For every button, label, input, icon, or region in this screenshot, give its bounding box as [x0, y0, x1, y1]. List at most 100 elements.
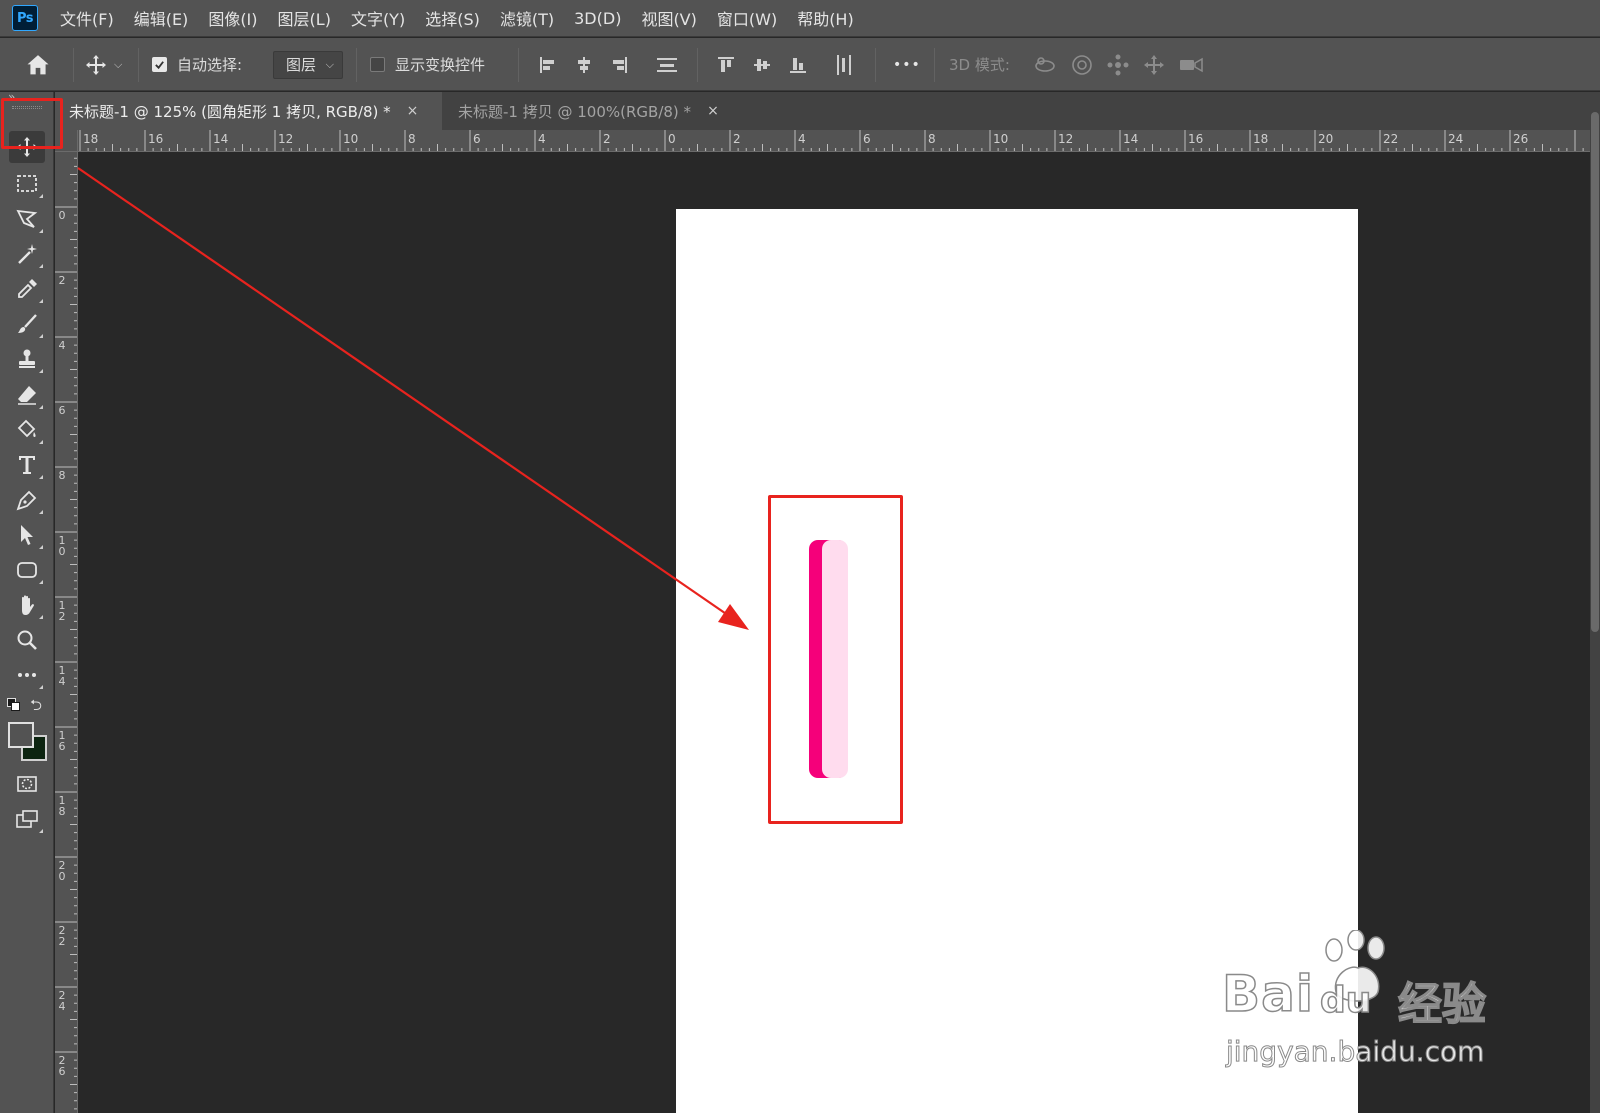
- path-selection-tool[interactable]: [9, 519, 45, 551]
- 3d-pan-icon: [1107, 54, 1129, 75]
- tool-group-indicator: [39, 299, 43, 303]
- auto-select-option[interactable]: 自动选择:: [152, 38, 242, 91]
- 3d-pan-button[interactable]: [1106, 38, 1130, 91]
- ruler-label: 6: [473, 132, 481, 146]
- tool-group-indicator: [39, 685, 43, 689]
- tool-group-indicator: [39, 229, 43, 233]
- paint-bucket-tool[interactable]: [9, 414, 45, 446]
- 3d-camera-button[interactable]: [1178, 38, 1204, 91]
- swap-colors-button[interactable]: ⮌: [30, 695, 42, 720]
- more-tools-icon: [18, 673, 36, 677]
- move-tool-preset[interactable]: ⌵: [84, 38, 122, 91]
- align-vcenter-button[interactable]: [752, 38, 772, 91]
- tab-label: 未标题-1 拷贝 @ 100%(RGB/8) *: [458, 102, 692, 121]
- menu-3d[interactable]: 3D(D): [574, 9, 621, 28]
- menu-type[interactable]: 文字(Y): [351, 6, 405, 30]
- show-transform-option[interactable]: 显示变换控件: [370, 38, 485, 91]
- brush-tool[interactable]: [9, 308, 45, 340]
- ruler-label: 2 0: [58, 859, 66, 883]
- ruler-label: 6: [58, 404, 66, 417]
- separator: [934, 48, 935, 82]
- scrollbar-thumb[interactable]: [1591, 112, 1599, 632]
- show-transform-checkbox[interactable]: [370, 57, 385, 72]
- vertical-scrollbar[interactable]: [1590, 92, 1600, 1113]
- tool-group-indicator: [39, 194, 43, 198]
- foreground-color-swatch[interactable]: [8, 722, 34, 748]
- align-bottom-button[interactable]: [788, 38, 808, 91]
- magic-wand-tool[interactable]: [9, 238, 45, 270]
- zoom-tool[interactable]: [9, 624, 45, 656]
- menu-view[interactable]: 视图(V): [641, 6, 696, 30]
- menu-help[interactable]: 帮助(H): [797, 6, 854, 30]
- 3d-roll-button[interactable]: [1070, 38, 1094, 91]
- default-colors-button[interactable]: [7, 698, 21, 712]
- auto-select-checkbox[interactable]: [152, 57, 167, 72]
- distribute-vertical-button[interactable]: [656, 38, 678, 91]
- ruler-label: 14: [213, 132, 229, 146]
- ruler-label: 24: [1448, 132, 1464, 146]
- align-top-icon: [718, 56, 734, 72]
- tab-document-1[interactable]: 未标题-1 @ 125% (圆角矩形 1 拷贝, RGB/8) * ×: [55, 92, 442, 130]
- clone-stamp-icon: [19, 349, 35, 368]
- ruler-label: 1 8: [58, 794, 66, 818]
- menu-image[interactable]: 图像(I): [208, 6, 257, 30]
- ruler-label: 12: [278, 132, 294, 146]
- more-icon: •••: [893, 56, 921, 73]
- menu-filter[interactable]: 滤镜(T): [500, 6, 554, 30]
- eyedropper-icon: [18, 279, 37, 298]
- quick-mask-button[interactable]: [9, 768, 45, 800]
- 3d-slide-button[interactable]: [1142, 38, 1166, 91]
- tool-group-indicator: [39, 369, 43, 373]
- menu-window[interactable]: 窗口(W): [717, 6, 777, 30]
- auto-select-target-dropdown[interactable]: 图层 ⌵: [273, 50, 343, 79]
- eraser-tool[interactable]: [9, 379, 45, 411]
- shape-tool[interactable]: [9, 554, 45, 586]
- more-options-button[interactable]: •••: [893, 38, 921, 91]
- menu-file[interactable]: 文件(F): [60, 6, 114, 30]
- align-left-button[interactable]: [538, 38, 558, 91]
- ruler-label: 1 2: [58, 599, 66, 623]
- tools-panel: » ⮌: [0, 90, 54, 1113]
- ruler-label: 26: [1513, 132, 1529, 146]
- stamp-tool[interactable]: [9, 343, 45, 375]
- tool-group-indicator: [39, 440, 43, 444]
- pen-tool[interactable]: [9, 484, 45, 516]
- align-horizontal-center-icon: [578, 56, 590, 73]
- close-icon[interactable]: ×: [407, 103, 419, 119]
- 3d-orbit-button[interactable]: [1033, 38, 1057, 91]
- video-camera-icon: [1180, 57, 1203, 72]
- ruler-label: 12: [1058, 132, 1074, 146]
- close-icon[interactable]: ×: [707, 103, 719, 119]
- rounded-rectangle-icon: [17, 562, 37, 578]
- eyedropper-tool[interactable]: [9, 273, 45, 305]
- edit-toolbar-button[interactable]: [9, 659, 45, 691]
- menu-select[interactable]: 选择(S): [425, 6, 480, 30]
- align-right-button[interactable]: [609, 38, 629, 91]
- hand-tool[interactable]: [9, 589, 45, 621]
- menu-edit[interactable]: 编辑(E): [134, 6, 189, 30]
- dropdown-value: 图层: [286, 56, 317, 74]
- tab-document-2[interactable]: 未标题-1 拷贝 @ 100%(RGB/8) * ×: [444, 92, 741, 130]
- hand-icon: [22, 595, 34, 615]
- separator: [73, 48, 74, 82]
- ruler-label: 10: [343, 132, 359, 146]
- rectangle-marquee-icon: [17, 175, 37, 192]
- align-hcenter-button[interactable]: [574, 38, 594, 91]
- type-tool[interactable]: [9, 449, 45, 481]
- vertical-ruler[interactable]: 0 2 4 6 8 1 0 1 2 1 4 1 6 1 8 2 0 2 2 2 4 2 6: [55, 152, 78, 1113]
- lasso-tool[interactable]: [9, 203, 45, 235]
- align-top-button[interactable]: [716, 38, 736, 91]
- screen-mode-button[interactable]: [9, 803, 45, 835]
- options-bar: ⌵ 自动选择: 图层 ⌵ 显示变换控件 ••• 3D 模式:: [0, 38, 1600, 91]
- brush-icon: [18, 314, 37, 333]
- horizontal-ruler[interactable]: 18 16 14 12 10 8 6 4 2 0 2 4 6 8 10 12 14 16 18 20 22 24 26: [78, 130, 1590, 152]
- 3d-slide-icon: [1144, 54, 1164, 75]
- separator: [356, 48, 357, 82]
- screen-mode-icon: [16, 810, 38, 828]
- distribute-horizontal-button[interactable]: [834, 38, 854, 91]
- menu-layer[interactable]: 图层(L): [278, 6, 331, 30]
- ruler-label: 14: [1123, 132, 1139, 146]
- ruler-label: 8: [58, 469, 66, 482]
- marquee-tool[interactable]: [9, 168, 45, 200]
- home-button[interactable]: [24, 38, 52, 91]
